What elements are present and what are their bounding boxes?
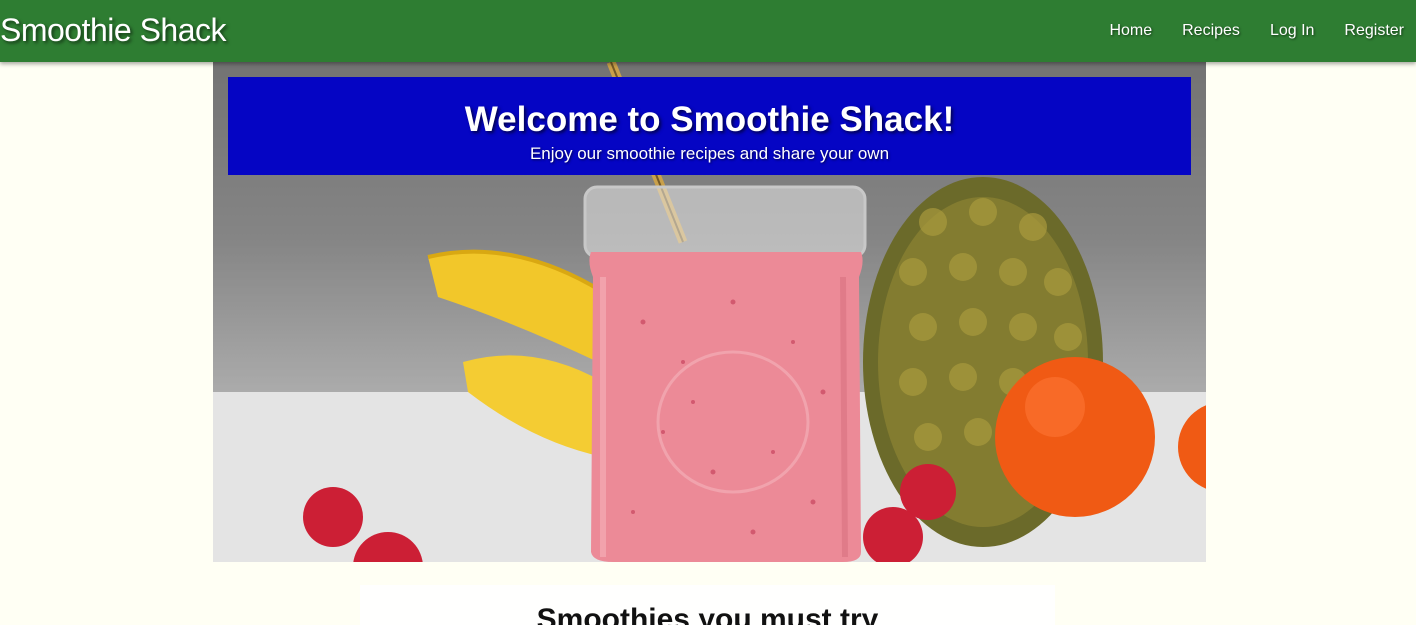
featured-section: Smoothies you must try xyxy=(360,585,1055,625)
orange-shape xyxy=(995,357,1155,517)
nav-login-link[interactable]: Log In xyxy=(1270,22,1314,40)
welcome-banner: Welcome to Smoothie Shack! Enjoy our smo… xyxy=(228,77,1191,175)
nav-register-link[interactable]: Register xyxy=(1344,22,1404,40)
nav-recipes-link[interactable]: Recipes xyxy=(1182,22,1240,40)
section-title: Smoothies you must try xyxy=(536,603,879,625)
nav-home-link[interactable]: Home xyxy=(1109,22,1152,40)
top-navbar: Smoothie Shack Home Recipes Log In Regis… xyxy=(0,0,1416,62)
main-nav: Home Recipes Log In Register xyxy=(1079,22,1416,40)
smoothie-jar-shape xyxy=(583,185,867,562)
welcome-title: Welcome to Smoothie Shack! xyxy=(464,100,955,139)
welcome-subtitle: Enjoy our smoothie recipes and share you… xyxy=(529,144,890,163)
hero-banner: Welcome to Smoothie Shack! Enjoy our smo… xyxy=(213,62,1206,562)
site-brand[interactable]: Smoothie Shack xyxy=(0,12,227,49)
